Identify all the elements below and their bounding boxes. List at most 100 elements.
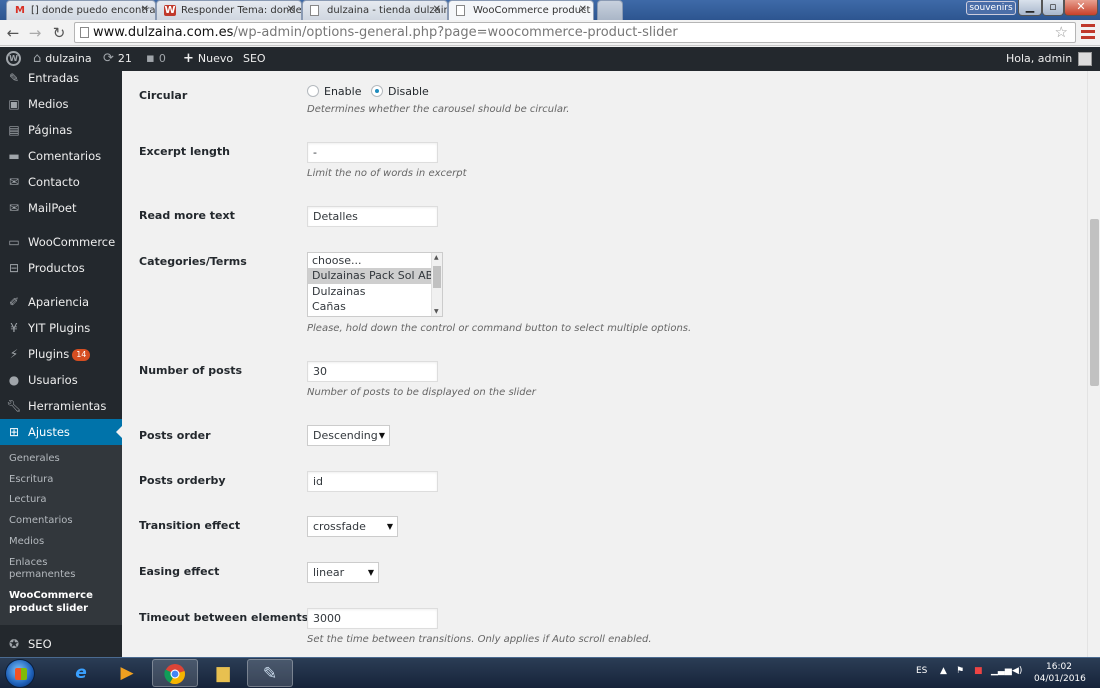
submenu-item-product-slider[interactable]: WooCommerce product slider: [0, 586, 122, 619]
timeout-label: Timeout between elements: [139, 611, 309, 624]
internet-explorer-icon[interactable]: e: [58, 659, 104, 687]
posts-order-label: Posts order: [139, 429, 211, 442]
browser-tab-dulzaina[interactable]: dulzaina - tienda dulzaina ✕: [302, 0, 448, 20]
transition-effect-select[interactable]: crossfade ▼: [307, 516, 398, 537]
scroll-up-icon[interactable]: ▲: [434, 254, 439, 261]
url-host: www.dulzaina.com.es: [93, 25, 234, 40]
easing-effect-select[interactable]: linear ▼: [307, 562, 379, 583]
close-icon[interactable]: ✕: [579, 4, 587, 15]
listbox-scrollbar[interactable]: ▲ ▼: [431, 253, 442, 316]
site-favicon-icon: W: [164, 5, 176, 16]
admin-bar-seo[interactable]: SEO: [243, 47, 266, 71]
url-path: /wp-admin/options-general.php?page=wooco…: [233, 25, 678, 40]
reload-icon[interactable]: ↻: [49, 23, 69, 43]
folder-icon[interactable]: ▆: [200, 659, 246, 687]
close-icon[interactable]: ✕: [287, 4, 295, 15]
scroll-down-icon[interactable]: ▼: [434, 308, 439, 315]
sidebar-item-comentarios[interactable]: ▬ Comentarios: [0, 143, 122, 169]
sidebar-item-entradas[interactable]: ✎ Entradas: [0, 71, 122, 91]
power-icon[interactable]: ■: [974, 666, 983, 676]
language-indicator[interactable]: ES: [916, 666, 927, 676]
sidebar-item-mailpoet[interactable]: ✉ MailPoet: [0, 195, 122, 221]
minimize-button[interactable]: ▁: [1018, 0, 1042, 16]
admin-bar-comments[interactable]: ▪ 0: [146, 47, 166, 71]
admin-bar-new[interactable]: + Nuevo: [183, 47, 233, 71]
category-option[interactable]: Cañas: [308, 299, 442, 314]
page-scrollbar[interactable]: [1087, 71, 1100, 657]
network-signal-icon[interactable]: ▁▃▅: [991, 666, 1012, 676]
action-center-flag-icon[interactable]: ⚑: [956, 666, 964, 676]
sidebar-item-ajustes[interactable]: ⊞ Ajustes: [0, 419, 122, 445]
chrome-icon[interactable]: [152, 659, 198, 687]
show-hidden-icons-icon[interactable]: ▲: [940, 666, 947, 676]
sidebar-item-woocommerce[interactable]: ▭ WooCommerce: [0, 229, 122, 255]
maximize-button[interactable]: ▫: [1042, 0, 1064, 16]
new-tab-button[interactable]: [597, 0, 623, 20]
home-icon: ⌂: [33, 51, 42, 66]
timeout-input[interactable]: 3000: [307, 608, 438, 629]
back-arrow-icon[interactable]: ←: [3, 23, 23, 43]
submenu-item-medios[interactable]: Medios: [0, 532, 122, 553]
volume-icon[interactable]: ◀): [1012, 666, 1022, 676]
read-more-input[interactable]: Detalles: [307, 206, 438, 227]
ajustes-submenu: Generales Escritura Lectura Comentarios …: [0, 445, 122, 626]
number-of-posts-description: Number of posts to be displayed on the s…: [307, 387, 536, 398]
browser-tab-gmail[interactable]: M [] donde puedo encontrar ✕: [6, 0, 156, 20]
forward-arrow-icon[interactable]: →: [25, 23, 45, 43]
categories-multiselect[interactable]: choose... Dulzainas Pack Sol ABS Dulzain…: [307, 252, 443, 317]
sidebar-item-plugins[interactable]: ⚡ Plugins 14: [0, 341, 122, 367]
category-option[interactable]: Dulzainas: [308, 284, 442, 299]
media-icon: ▣: [8, 97, 20, 111]
posts-orderby-input[interactable]: id: [307, 471, 438, 492]
sidebar-item-contacto[interactable]: ✉ Contacto: [0, 169, 122, 195]
submenu-item-generales[interactable]: Generales: [0, 449, 122, 470]
number-of-posts-input[interactable]: 30: [307, 361, 438, 382]
sidebar-item-medios[interactable]: ▣ Medios: [0, 91, 122, 117]
sidebar-item-herramientas[interactable]: 🔧︎ Herramientas: [0, 393, 122, 419]
browser-user-chip[interactable]: souvenirs: [966, 1, 1016, 15]
close-window-button[interactable]: ✕: [1064, 0, 1098, 16]
admin-bar-site[interactable]: ⌂ dulzaina: [33, 47, 92, 71]
admin-bar-account[interactable]: Hola, admin: [1006, 47, 1093, 71]
browser-tab-responder[interactable]: W Responder Tema: donde p ✕: [156, 0, 302, 20]
settings-form: Circular Enable Disable Determines wheth…: [122, 71, 1087, 657]
scroll-thumb[interactable]: [1090, 219, 1099, 386]
browser-menu-icon[interactable]: [1081, 24, 1095, 41]
excerpt-length-input[interactable]: -: [307, 142, 438, 163]
sidebar-item-usuarios[interactable]: ● Usuarios: [0, 367, 122, 393]
close-icon[interactable]: ✕: [433, 4, 441, 15]
posts-order-select[interactable]: Descending ▼: [307, 425, 390, 446]
browser-tab-woocommerce[interactable]: WooCommerce product sl ✕: [448, 0, 594, 20]
category-option-selected[interactable]: Dulzainas Pack Sol ABS: [308, 268, 442, 284]
sidebar-item-label: SEO: [28, 637, 52, 652]
submenu-item-escritura[interactable]: Escritura: [0, 470, 122, 491]
clock-date: 04/01/2016: [1034, 674, 1086, 684]
sidebar-item-label: Plugins: [28, 347, 70, 361]
sidebar-item-apariencia[interactable]: ✐ Apariencia: [0, 289, 122, 315]
circular-disable-radio[interactable]: [370, 85, 383, 97]
pages-icon: ▤: [8, 123, 20, 137]
circular-enable-radio[interactable]: [307, 85, 319, 97]
wordpress-logo-icon[interactable]: W: [6, 51, 21, 66]
sidebar-item-label: Contacto: [28, 175, 80, 189]
media-player-icon[interactable]: ▶: [104, 659, 150, 687]
bookmark-star-icon[interactable]: ☆: [1055, 23, 1068, 42]
sidebar-item-yit-plugins[interactable]: ¥ YIT Plugins: [0, 315, 122, 341]
taskbar-clock[interactable]: 16:02 04/01/2016: [1034, 661, 1086, 685]
admin-bar-updates[interactable]: ⟳ 21: [103, 47, 132, 71]
submenu-item-lectura[interactable]: Lectura: [0, 490, 122, 511]
address-bar[interactable]: www.dulzaina.com.es/wp-admin/options-gen…: [74, 22, 1076, 43]
category-option[interactable]: choose...: [308, 253, 442, 268]
start-button[interactable]: [5, 659, 35, 688]
plus-icon: +: [183, 51, 194, 66]
submenu-item-comentarios[interactable]: Comentarios: [0, 511, 122, 532]
close-icon[interactable]: ✕: [141, 4, 149, 15]
submenu-item-enlaces[interactable]: Enlaces permanentes: [0, 553, 122, 586]
read-more-label: Read more text: [139, 209, 235, 222]
sidebar-item-productos[interactable]: ⊟ Productos: [0, 255, 122, 281]
sidebar-item-paginas[interactable]: ▤ Páginas: [0, 117, 122, 143]
enable-label: Enable: [324, 85, 362, 98]
scroll-thumb[interactable]: [433, 266, 441, 288]
paint-app-icon[interactable]: ✎: [247, 659, 293, 687]
sidebar-item-seo[interactable]: ✪ SEO: [0, 631, 122, 657]
